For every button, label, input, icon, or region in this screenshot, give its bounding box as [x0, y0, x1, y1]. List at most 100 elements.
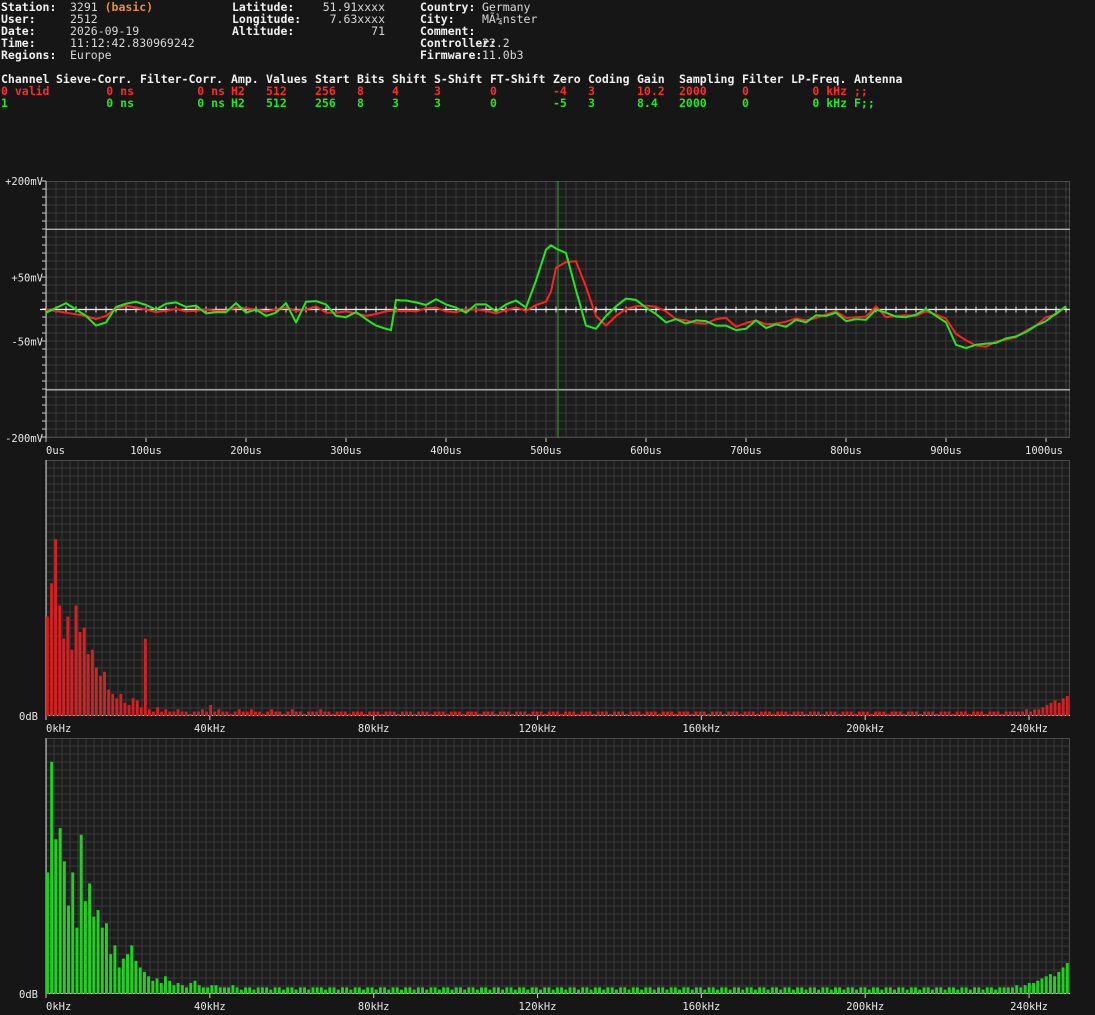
spectrum-ch0-bar: [539, 711, 543, 716]
spectrum-ch1-bar: [918, 989, 922, 994]
spectrum-ch1-bar: [745, 987, 749, 994]
spectrum-ch0-bar: [1029, 711, 1033, 716]
spectrum-ch1-bar: [315, 987, 319, 994]
spectrum-ch1-bar: [412, 989, 416, 994]
spectrum-ch0-bar: [939, 711, 943, 716]
spectrum-ch0-bar: [339, 711, 343, 716]
spectrum-ch1-bar: [707, 987, 711, 994]
spectrum-ch0-bar: [890, 711, 894, 716]
spectrum-ch1-bar: [800, 987, 804, 994]
spectrum-ch1-bar: [1019, 987, 1023, 994]
spectrum-ch1-bar: [821, 987, 825, 994]
spectrum-ch1-bar: [652, 989, 656, 994]
waveform-x-tick-label: 900us: [930, 445, 962, 457]
spectrum-ch1-bar: [214, 985, 218, 994]
spectrum-ch1-bar: [791, 989, 795, 994]
spectrum-ch0-bar: [919, 713, 922, 716]
spectrum-ch0-bar: [241, 711, 245, 716]
spectrum-ch0-bar: [376, 711, 380, 716]
spectrum-ch1-bar: [252, 989, 256, 994]
spectrum-ch1-bar: [467, 987, 471, 994]
spectrum-ch0-bar: [1008, 711, 1012, 716]
spectrum-ch0-bar: [723, 713, 727, 716]
spectrum-ch0-bar: [319, 709, 323, 716]
spectrum-ch1-bar: [598, 987, 601, 994]
spectrum-ch0-bar: [580, 711, 584, 716]
spectrum-ch0-bar: [205, 711, 208, 716]
spectrum-ch0-bar: [392, 711, 396, 716]
spectrum-ch1-bar: [855, 989, 859, 994]
spectrum-ch0-bar: [613, 711, 616, 716]
spectrum-ch0-bar: [1061, 698, 1065, 716]
spectrum-ch1-bar: [981, 989, 985, 994]
spectrum-ch0-bar: [58, 605, 62, 716]
spectrum-ch0-bar: [172, 711, 176, 716]
spectrum-ch1-bar: [766, 989, 770, 994]
spectrum-ch0-bar: [453, 711, 457, 716]
spectrum-ch1-bar: [711, 987, 715, 994]
spectrum-ch0-bar: [706, 713, 710, 716]
spectrum-ch0-bar: [972, 711, 975, 716]
spectrum-ch1-bar: [265, 987, 269, 994]
spectrum-ch1-bar: [914, 987, 918, 994]
spectrum-ch0-bar: [902, 713, 906, 716]
spectrum-ch0-bar: [409, 711, 412, 716]
spectrum-ch1-bar: [737, 987, 741, 994]
spectrum-ch1-bar: [332, 987, 336, 994]
spectrum-ch1-bar: [850, 987, 854, 994]
spectrum-ch1-bar: [429, 987, 433, 994]
spectrum-ch0-bar: [963, 711, 967, 716]
spectrum-ch1-bar: [1036, 980, 1040, 994]
spectrum-ch1-bar: [197, 985, 201, 994]
spectrum-ch1-bar: [222, 987, 226, 994]
spectrum-ch0-bar: [164, 709, 168, 716]
spectrum-ch0-bar: [812, 711, 816, 716]
spectrum-ch0-bar: [303, 713, 306, 716]
waveform-x-tick-label: 400us: [430, 445, 462, 457]
spectrum-ch1-bar: [206, 987, 210, 994]
spectrum-ch0-bar: [507, 711, 510, 716]
spectrum-ch0-bar: [119, 693, 123, 716]
spectrum-ch0-x-tick-label: 80kHz: [358, 723, 390, 735]
spectrum-ch0-bar: [735, 711, 739, 716]
waveform-y-tick-label: -200mV: [5, 433, 44, 445]
spectrum-ch0-bar: [115, 698, 119, 716]
spectrum-ch0-bar: [364, 713, 368, 716]
spectrum-ch0-bar: [160, 711, 164, 716]
spectrum-ch0-bar: [715, 711, 718, 716]
spectrum-ch0-bar: [380, 713, 384, 716]
spectrum-ch0-bar: [266, 711, 270, 716]
spectrum-ch1-bar: [947, 987, 951, 994]
spectrum-ch0-bar: [629, 711, 633, 716]
spectrum-ch0-bar: [470, 711, 474, 716]
spectrum-ch1-bar: [732, 987, 736, 994]
spectrum-ch1-bar: [829, 989, 833, 994]
spectrum-ch1-bar: [796, 987, 800, 994]
spectrum-ch0-bar: [731, 711, 735, 716]
spectrum-ch1-bar: [720, 987, 724, 994]
spectrum-ch0-bar: [878, 711, 882, 716]
spectrum-ch1-bar: [686, 987, 690, 994]
spectrum-ch1-bar: [180, 985, 184, 994]
spectrum-ch0-bar: [217, 709, 221, 716]
spectrum-ch0-x-tick-label: 0kHz: [46, 723, 71, 735]
spectrum-ch1-bar: [699, 987, 703, 994]
spectrum-ch1-bar: [635, 987, 639, 994]
spectrum-ch1-bar: [614, 989, 618, 994]
spectrum-ch1-bar: [648, 987, 652, 994]
spectrum-ch1-bar: [994, 989, 998, 994]
spectrum-ch0-bar: [992, 711, 996, 716]
spectrum-ch0-bar: [804, 713, 808, 716]
spectrum-ch0-bar: [245, 711, 249, 716]
spectrum-ch1-bar: [808, 987, 812, 994]
spectrum-ch0-bar: [551, 711, 555, 716]
spectrum-ch1-bar: [75, 927, 79, 994]
spectrum-ch0-bar: [637, 711, 641, 716]
spectrum-ch0-bar: [498, 711, 502, 716]
spectrum-ch0-bar: [882, 711, 886, 716]
spectrum-ch1-bar: [673, 987, 677, 994]
spectrum-ch0-bar: [209, 704, 213, 716]
spectrum-ch0-bar: [861, 711, 865, 716]
spectrum-ch1-bar: [1044, 976, 1048, 994]
spectrum-ch0-bar: [845, 711, 849, 716]
